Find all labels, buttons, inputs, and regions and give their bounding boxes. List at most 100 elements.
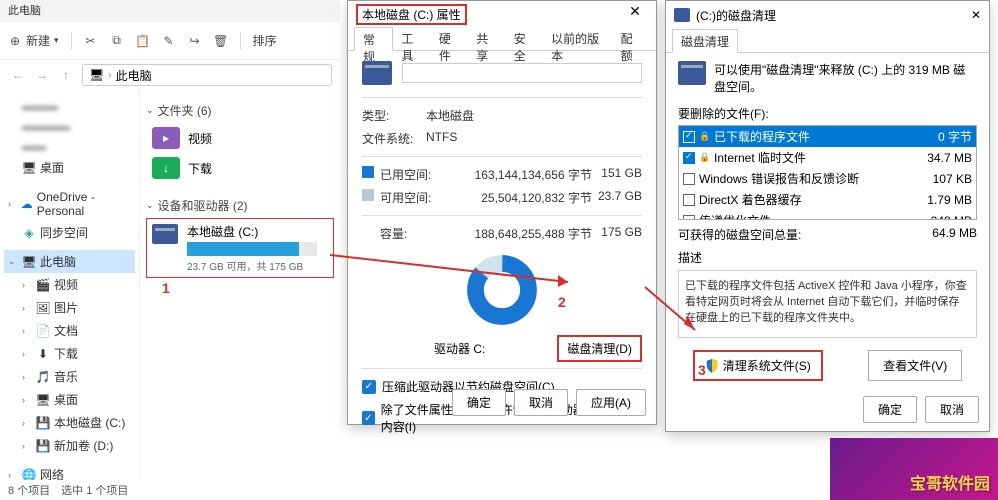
checkbox-icon[interactable] xyxy=(683,215,695,221)
fs-value: NTFS xyxy=(426,130,642,147)
share-icon[interactable]: ↪ xyxy=(188,34,202,48)
file-explorer: 此电脑 ⊕ 新建 ▾ ✂ ⧉ 📋 ✎ ↪ 🗑 排序 ← → ↑ 🖥 › 此电脑 xyxy=(0,0,340,500)
delete-icon[interactable]: 🗑 xyxy=(214,34,228,48)
list-item[interactable]: 🔒已下载的程序文件0 字节 xyxy=(679,126,976,147)
cancel-button[interactable]: 取消 xyxy=(925,396,979,423)
tab-cleanup[interactable]: 磁盘清理 xyxy=(672,29,738,53)
item-name: DirectX 着色器缓存 xyxy=(699,191,908,208)
address-bar[interactable]: 🖥 › 此电脑 xyxy=(82,64,332,86)
item-size: 1.79 MB xyxy=(912,193,972,207)
dialog-titlebar: (C:)的磁盘清理 ✕ xyxy=(666,1,989,29)
tree-drive-c[interactable]: ›💾本地磁盘 (C:) xyxy=(4,411,135,434)
doc-icon: 📄 xyxy=(36,324,50,338)
dialog-titlebar: 本地磁盘 (C:) 属性 ✕ xyxy=(348,1,656,27)
tree-onedrive[interactable]: ›☁OneDrive - Personal xyxy=(4,187,135,221)
drive-icon xyxy=(678,61,706,85)
download-folder-icon: ↓ xyxy=(152,157,180,179)
sort-button[interactable]: 排序 xyxy=(253,32,277,49)
group-folders[interactable]: ⌄文件夹 (6) xyxy=(146,102,334,119)
paste-icon[interactable]: 📋 xyxy=(136,34,150,48)
new-button[interactable]: ⊕ 新建 ▾ xyxy=(8,32,59,49)
copy-icon[interactable]: ⧉ xyxy=(110,34,124,48)
tab-general[interactable]: 常规 xyxy=(354,27,393,51)
tab-tools[interactable]: 工具 xyxy=(393,27,430,50)
checkbox-icon[interactable] xyxy=(683,194,695,206)
properties-dialog: 本地磁盘 (C:) 属性 ✕ 常规 工具 硬件 共享 安全 以前的版本 配额 类… xyxy=(347,0,657,425)
list-item[interactable]: DirectX 着色器缓存 1.79 MB xyxy=(679,189,976,210)
tree-item[interactable]: ▬▬▬ xyxy=(4,96,135,116)
item-size: 0 字节 xyxy=(912,128,972,145)
dialog-title: (C:)的磁盘清理 xyxy=(696,7,776,24)
status-bar: 8 个项目 选中 1 个项目 xyxy=(0,480,340,500)
tab-quota[interactable]: 配额 xyxy=(613,27,650,50)
disk-cleanup-button[interactable]: 磁盘清理(D) xyxy=(557,335,642,362)
checkbox-icon[interactable] xyxy=(683,173,695,185)
list-item[interactable]: 传递优化文件248 MB xyxy=(679,210,976,220)
annotation-1: 1 xyxy=(162,280,334,296)
cancel-button[interactable]: 取消 xyxy=(514,389,568,416)
tab-strip: 磁盘清理 xyxy=(666,29,989,53)
desktop-icon: 🖥 xyxy=(36,393,50,407)
used-label: 已用空间: xyxy=(380,166,436,183)
pc-icon: 🖥 xyxy=(89,68,104,82)
ok-button[interactable]: 确定 xyxy=(452,389,506,416)
view-files-button[interactable]: 查看文件(V) xyxy=(868,350,962,381)
tree-sync[interactable]: ◈同步空间 xyxy=(4,221,135,244)
tree-downloads[interactable]: ›⬇下载 xyxy=(4,342,135,365)
tree-music[interactable]: ›🎵音乐 xyxy=(4,365,135,388)
up-icon[interactable]: ↑ xyxy=(56,65,76,85)
tree-videos[interactable]: ›🎬视频 xyxy=(4,273,135,296)
checkbox-icon[interactable] xyxy=(683,152,695,164)
apply-button[interactable]: 应用(A) xyxy=(576,389,646,416)
forward-icon[interactable]: → xyxy=(32,65,52,85)
sync-icon: ◈ xyxy=(22,226,36,240)
files-label: 要删除的文件(F): xyxy=(678,105,977,122)
tree-network[interactable]: ›🌐网络 xyxy=(4,463,135,480)
lock-icon: 🔒 xyxy=(699,131,710,142)
tree-docs[interactable]: ›📄文档 xyxy=(4,319,135,342)
drive-icon xyxy=(674,8,690,22)
dialog-title: 本地磁盘 (C:) 属性 xyxy=(356,4,467,25)
tree-desktop[interactable]: 🖥桌面 xyxy=(4,156,135,179)
close-icon[interactable]: ✕ xyxy=(620,3,650,20)
info-text: 可以使用"磁盘清理"来释放 (C:) 上的 319 MB 磁盘空间。 xyxy=(714,61,977,95)
annotation-3: 3 xyxy=(698,362,706,378)
group-drives[interactable]: ⌄设备和驱动器 (2) xyxy=(146,197,334,214)
address-bar-row: ← → ↑ 🖥 › 此电脑 xyxy=(0,60,340,90)
tree-item[interactable]: ▬▬▬▬ xyxy=(4,116,135,136)
tree-pictures[interactable]: ›🖼图片 xyxy=(4,296,135,319)
cut-icon[interactable]: ✂ xyxy=(84,34,98,48)
image-icon: 🖼 xyxy=(36,301,50,315)
usage-pie-chart xyxy=(467,255,537,325)
back-icon[interactable]: ← xyxy=(8,65,28,85)
checkbox-icon[interactable] xyxy=(683,131,695,143)
ok-button[interactable]: 确定 xyxy=(863,396,917,423)
tree-drive-d[interactable]: ›💾新加卷 (D:) xyxy=(4,434,135,457)
folder-videos[interactable]: ▸ 视频 xyxy=(146,123,334,153)
video-folder-icon: ▸ xyxy=(152,127,180,149)
folder-downloads[interactable]: ↓ 下载 xyxy=(146,153,334,183)
tab-sharing[interactable]: 共享 xyxy=(468,27,505,50)
tree-item[interactable]: ▬▬ xyxy=(4,136,135,156)
list-item[interactable]: 🔒Internet 临时文件34.7 MB xyxy=(679,147,976,168)
tab-prev[interactable]: 以前的版本 xyxy=(543,27,613,50)
clean-system-files-button[interactable]: 清理系统文件(S) xyxy=(693,350,823,381)
tree-thispc[interactable]: ⌄🖥此电脑 xyxy=(4,250,135,273)
chevron-down-icon: ▾ xyxy=(54,35,59,46)
total-label: 可获得的磁盘空间总量: xyxy=(678,226,801,243)
drive-name-input[interactable] xyxy=(402,63,642,83)
cap-label: 容量: xyxy=(380,225,436,242)
rename-icon[interactable]: ✎ xyxy=(162,34,176,48)
list-item[interactable]: Windows 错误报告和反馈诊断107 KB xyxy=(679,168,976,189)
tab-security[interactable]: 安全 xyxy=(506,27,543,50)
file-list[interactable]: 🔒已下载的程序文件0 字节🔒Internet 临时文件34.7 MBWindow… xyxy=(678,125,977,220)
drive-c-item[interactable]: 本地磁盘 (C:) 23.7 GB 可用，共 175 GB xyxy=(146,218,334,278)
tab-hardware[interactable]: 硬件 xyxy=(431,27,468,50)
tree-desktop2[interactable]: ›🖥桌面 xyxy=(4,388,135,411)
video-icon: 🎬 xyxy=(36,278,50,292)
drive-icon xyxy=(151,223,179,245)
drive-usage-bar xyxy=(187,242,317,256)
close-icon[interactable]: ✕ xyxy=(971,8,981,22)
sort-label: 排序 xyxy=(253,32,277,49)
breadcrumb[interactable]: 此电脑 xyxy=(116,67,152,84)
